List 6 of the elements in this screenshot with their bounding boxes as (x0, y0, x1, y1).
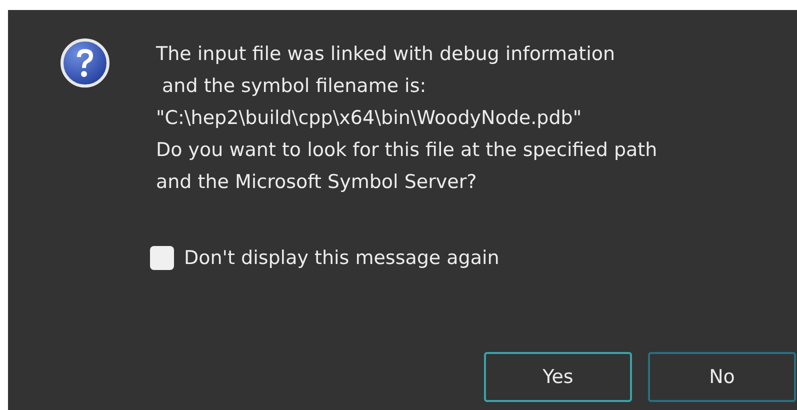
dialog-button[interactable]: No (648, 352, 796, 402)
dialog-button[interactable]: Yes (484, 352, 632, 402)
checkbox[interactable] (150, 246, 174, 270)
question-icon (60, 38, 110, 88)
message-text: The input file was linked with debug information and the symbol filename is: "C:\hep2\build\cpp\x64\bin\WoodyNode.pdb" Do you want to look for this file at the specified path and the Microsoft Symbol Server? (156, 42, 658, 195)
checkbox-label: Don't display this message again (184, 246, 500, 271)
